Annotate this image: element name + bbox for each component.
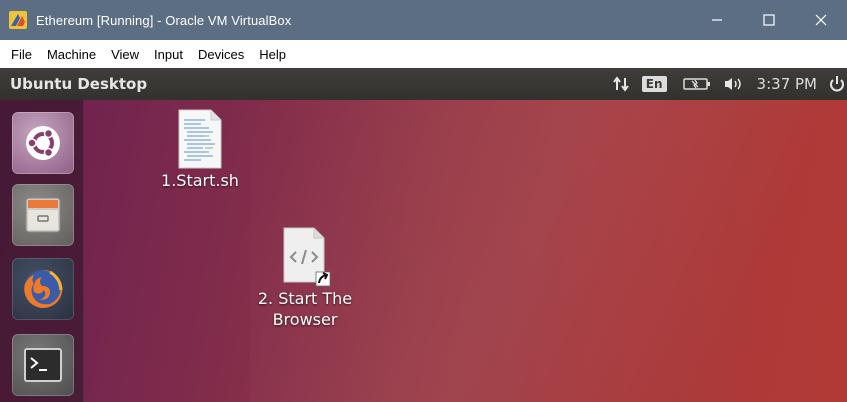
panel-clock[interactable]: 3:37 PM [757,68,817,100]
files-icon [25,197,61,233]
menu-devices[interactable]: Devices [193,47,254,62]
launcher-dash-button[interactable] [12,112,74,174]
terminal-icon [24,348,62,382]
menubar: File Machine View Input Devices Help [0,40,847,68]
ubuntu-dash-icon [26,126,60,160]
unity-launcher [0,100,84,402]
desktop-icon-label: 1.Start.sh [161,171,239,190]
panel-title: Ubuntu Desktop [10,75,148,93]
keyboard-layout-indicator[interactable]: En [641,68,667,100]
close-icon [815,14,827,26]
system-menu-indicator[interactable] [829,68,845,100]
network-indicator[interactable] [612,68,630,100]
minimize-button[interactable] [691,0,743,40]
network-icon [612,76,629,92]
virtualbox-icon [9,11,27,29]
desktop-icon-start-sh[interactable]: 1.Start.sh [150,108,250,191]
menu-view[interactable]: View [106,47,149,62]
battery-indicator[interactable] [682,68,711,100]
ubuntu-desktop[interactable] [0,100,847,402]
power-icon [830,76,844,92]
battery-icon [682,78,710,90]
html-shortcut-icon [283,227,331,287]
volume-indicator[interactable] [723,68,745,100]
launcher-files-button[interactable] [12,184,74,246]
menu-file[interactable]: File [6,47,42,62]
window-title: Ethereum [Running] - Oracle VM VirtualBo… [36,12,292,28]
indicator-area: En 3:37 PM [600,68,847,100]
desktop-icon-start-browser[interactable]: 2. Start The Browser [235,226,375,330]
minimize-icon [712,19,722,21]
keyboard-layout-badge: En [641,76,667,92]
shell-script-icon [178,109,222,169]
desktop-icon-label: 2. Start The Browser [257,289,353,329]
maximize-button[interactable] [743,0,795,40]
maximize-icon [763,14,775,26]
firefox-icon [24,269,63,308]
menu-help[interactable]: Help [254,47,296,62]
ubuntu-top-panel: Ubuntu Desktop En 3:37 PM [0,68,847,100]
launcher-firefox-button[interactable] [12,258,74,320]
volume-icon [724,78,741,90]
close-button[interactable] [795,0,847,40]
menu-input[interactable]: Input [149,47,193,62]
menu-machine[interactable]: Machine [42,47,106,62]
launcher-terminal-button[interactable] [12,334,74,396]
window-titlebar[interactable]: Ethereum [Running] - Oracle VM VirtualBo… [0,0,847,40]
window-controls [691,0,847,40]
